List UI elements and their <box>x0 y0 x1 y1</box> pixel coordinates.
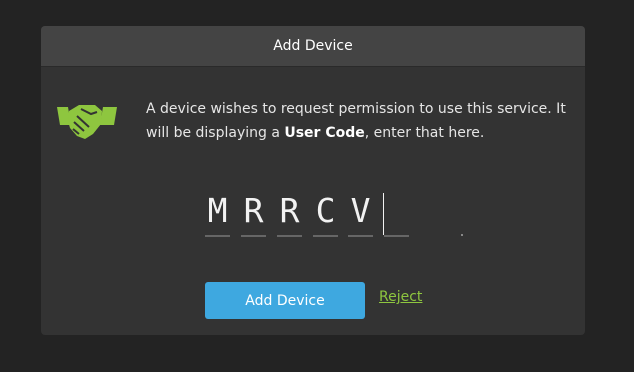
add-device-dialog: Add Device A device wishes to request pe… <box>41 26 585 335</box>
code-underline <box>205 235 230 237</box>
instruction-text: A device wishes to request permission to… <box>146 97 571 145</box>
code-cell-6[interactable] <box>384 189 409 237</box>
code-cell-5[interactable]: V <box>348 189 373 237</box>
user-code-label: User Code <box>284 125 365 141</box>
code-cell-1[interactable]: M <box>205 189 230 237</box>
code-cell-4[interactable]: C <box>313 189 338 237</box>
dialog-title: Add Device <box>273 38 353 54</box>
code-underline <box>384 235 409 237</box>
add-device-button[interactable]: Add Device <box>205 282 365 319</box>
code-underline <box>313 235 338 237</box>
code-underline <box>348 235 373 237</box>
code-char: M <box>207 191 228 230</box>
code-char: R <box>279 191 300 230</box>
code-char: C <box>315 191 336 230</box>
code-char: R <box>243 191 264 230</box>
code-cell-2[interactable]: R <box>241 189 266 237</box>
handshake-icon <box>55 101 119 143</box>
dialog-header: Add Device <box>41 26 585 67</box>
text-caret <box>383 193 384 235</box>
instruction-text-part2: , enter that here. <box>364 125 485 141</box>
code-underline <box>277 235 302 237</box>
reject-link[interactable]: Reject <box>379 289 422 305</box>
code-underline <box>241 235 266 237</box>
code-cell-3[interactable]: R <box>277 189 302 237</box>
trailing-dot <box>461 234 463 236</box>
code-char: V <box>350 191 371 230</box>
